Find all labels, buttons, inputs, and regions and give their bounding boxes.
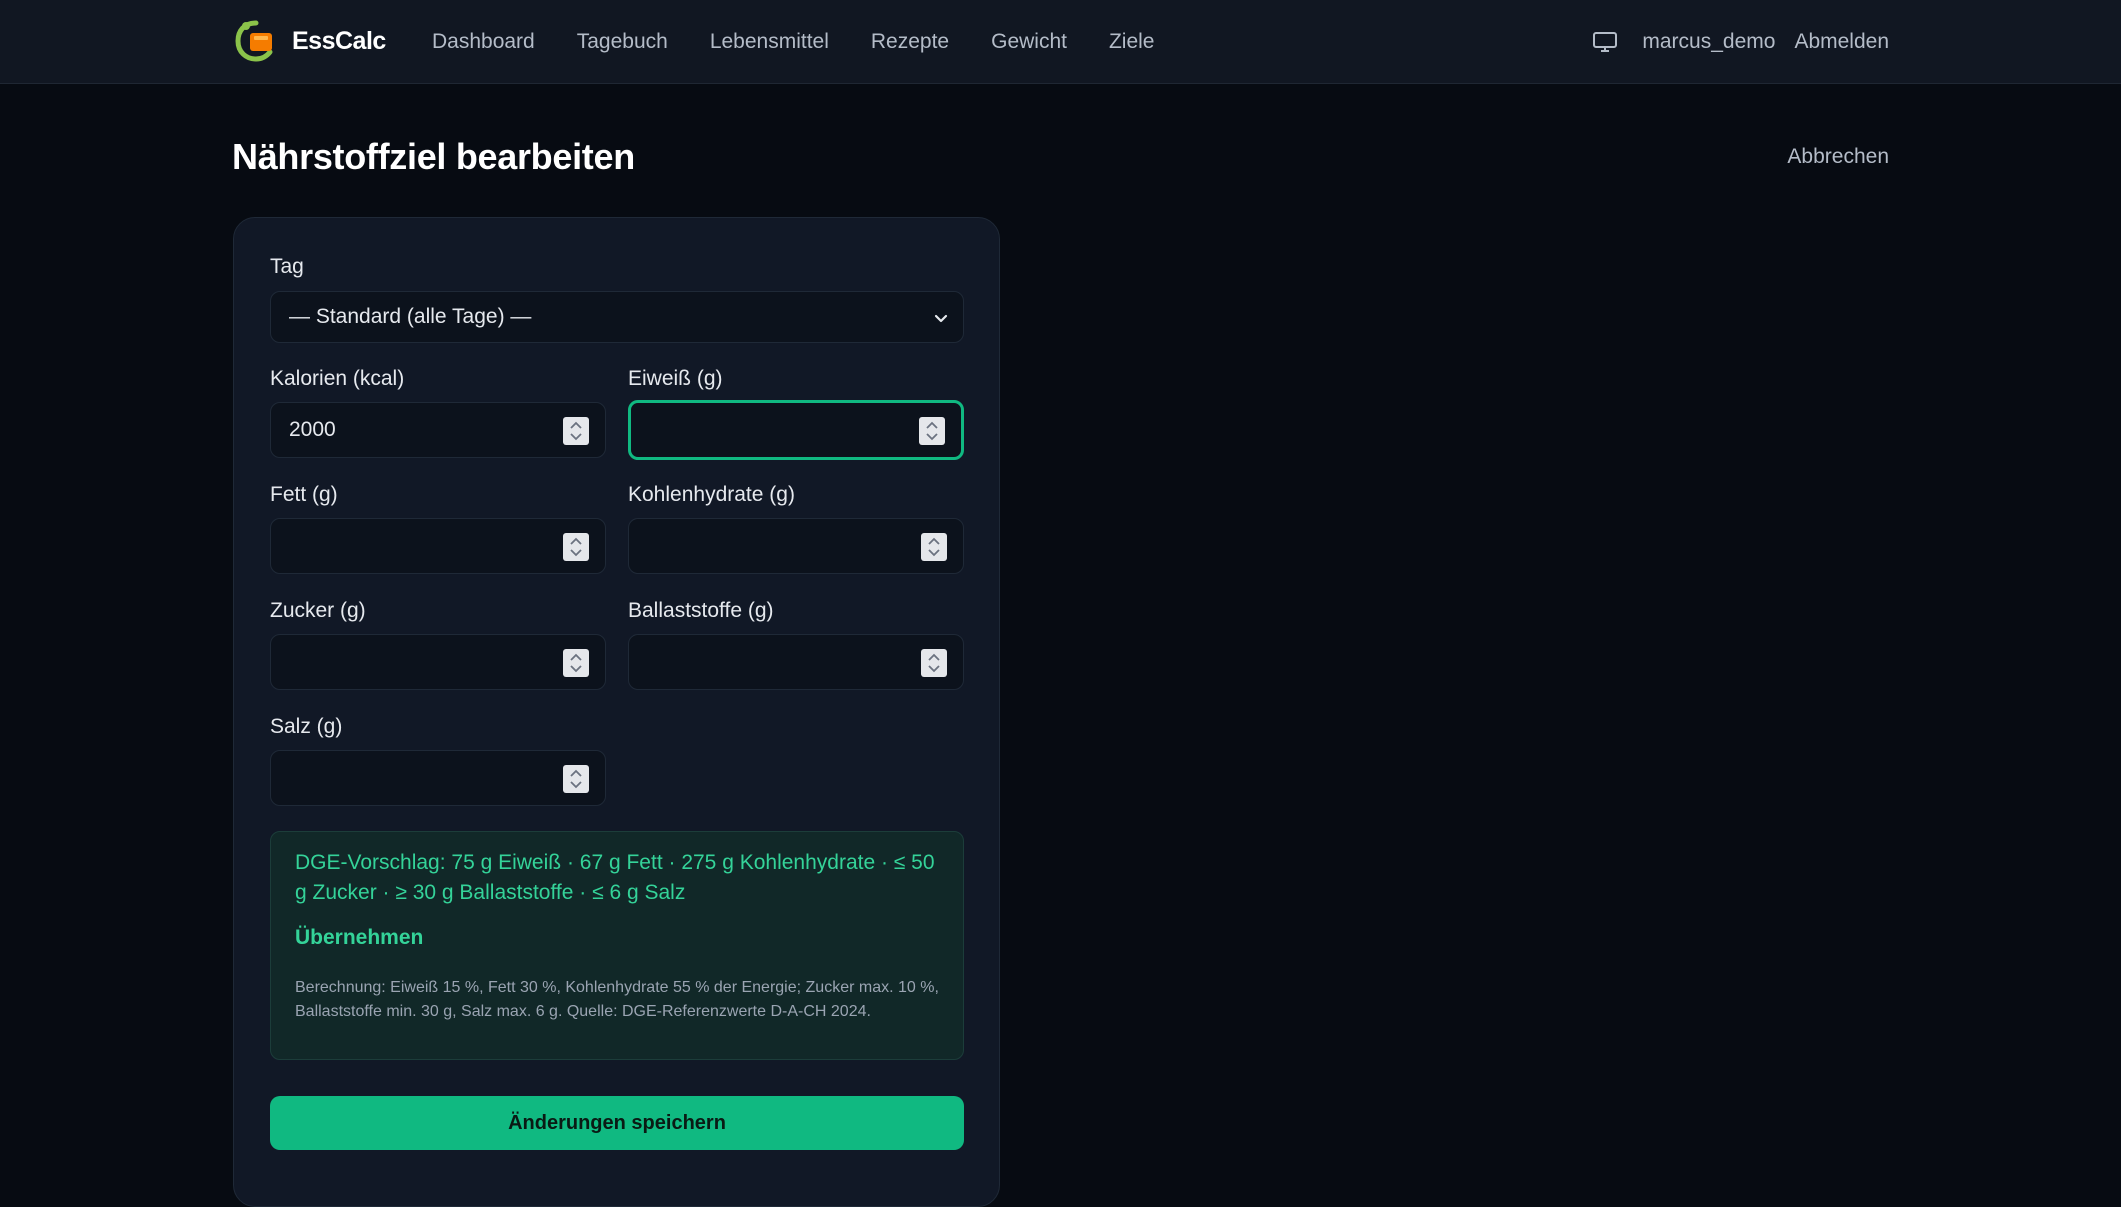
day-select-value: — Standard (alle Tage) — — [289, 305, 532, 328]
calories-value: 2000 — [289, 418, 336, 441]
number-spinner-icon[interactable] — [563, 533, 589, 561]
cancel-link[interactable]: Abbrechen — [1787, 145, 1889, 169]
carbs-input[interactable] — [628, 518, 964, 574]
sugar-input[interactable] — [270, 634, 606, 690]
calories-input[interactable]: 2000 — [270, 402, 606, 458]
dge-suggestion-text: DGE-Vorschlag: 75 g Eiweiß · 67 g Fett ·… — [295, 851, 935, 904]
monitor-icon[interactable] — [1592, 31, 1618, 53]
dge-suggestion-box: DGE-Vorschlag: 75 g Eiweiß · 67 g Fett ·… — [270, 831, 964, 1060]
carbs-label: Kohlenhydrate (g) — [628, 483, 795, 506]
brand-name: EssCalc — [292, 26, 386, 55]
nav-item-rezepte[interactable]: Rezepte — [871, 30, 949, 54]
save-changes-button[interactable]: Änderungen speichern — [270, 1096, 964, 1150]
fat-label: Fett (g) — [270, 483, 338, 506]
fat-input[interactable] — [270, 518, 606, 574]
number-spinner-icon[interactable] — [921, 533, 947, 561]
user-nav: marcus_demo Abmelden — [1592, 0, 1889, 84]
nav-item-lebensmittel[interactable]: Lebensmittel — [710, 30, 829, 54]
nav-item-ziele[interactable]: Ziele — [1109, 30, 1155, 54]
esscalc-logo-icon — [235, 20, 273, 62]
chevron-down-icon — [934, 314, 948, 323]
main-nav: Dashboard Tagebuch Lebensmittel Rezepte … — [432, 0, 1197, 84]
sugar-label: Zucker (g) — [270, 599, 366, 622]
dge-calculation-note: Berechnung: Eiweiß 15 %, Fett 30 %, Kohl… — [295, 979, 939, 1020]
number-spinner-icon[interactable] — [919, 417, 945, 445]
username: marcus_demo — [1642, 30, 1776, 53]
number-spinner-icon[interactable] — [563, 417, 589, 445]
nav-item-gewicht[interactable]: Gewicht — [991, 30, 1067, 54]
logout-button[interactable]: Abmelden — [1794, 30, 1889, 54]
number-spinner-icon[interactable] — [921, 649, 947, 677]
day-select[interactable]: — Standard (alle Tage) — — [270, 291, 964, 343]
apply-suggestion-button[interactable]: Übernehmen — [295, 926, 423, 950]
calories-label: Kalorien (kcal) — [270, 367, 405, 390]
fiber-label: Ballaststoffe (g) — [628, 599, 774, 622]
brand[interactable]: EssCalc — [232, 17, 386, 65]
salt-label: Salz (g) — [270, 715, 343, 738]
fiber-input[interactable] — [628, 634, 964, 690]
nav-item-tagebuch[interactable]: Tagebuch — [577, 30, 668, 54]
goal-form-card: Tag — Standard (alle Tage) — Kalorien (k… — [233, 217, 1000, 1207]
day-label: Tag — [270, 255, 304, 278]
nav-item-dashboard[interactable]: Dashboard — [432, 30, 535, 54]
number-spinner-icon[interactable] — [563, 765, 589, 793]
number-spinner-icon[interactable] — [563, 649, 589, 677]
protein-label: Eiweiß (g) — [628, 367, 723, 390]
salt-input[interactable] — [270, 750, 606, 806]
protein-input[interactable] — [628, 400, 964, 460]
page-title: Nährstoffziel bearbeiten — [232, 136, 635, 177]
top-navbar: EssCalc Dashboard Tagebuch Lebensmittel … — [0, 0, 2121, 84]
